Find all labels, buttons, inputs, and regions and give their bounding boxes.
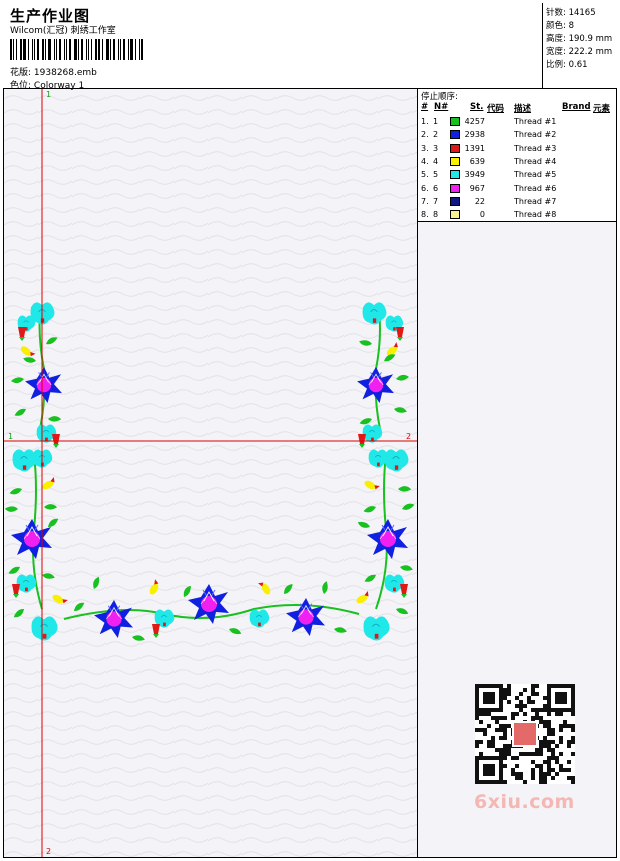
row-no: 6	[433, 183, 439, 193]
col-no: N#	[434, 102, 449, 112]
row-desc: Thread #8	[514, 210, 557, 220]
stats-panel: 针数: 14165 颜色: 8 高度: 190.9 mm 宽度: 222.2 m…	[542, 3, 617, 88]
table-row: 5. 5 3949 Thread #5	[418, 169, 616, 182]
row-stitches: 4257	[464, 117, 485, 126]
row-desc: Thread #7	[514, 196, 557, 206]
row-stitches: 1391	[464, 143, 485, 153]
col-desc: 描述	[514, 104, 532, 114]
stat-colors: 颜色: 8	[546, 21, 574, 31]
row-stitches: 0	[479, 210, 485, 220]
file-name: 1938268.emb	[33, 68, 97, 78]
col-brand: Brand	[562, 102, 591, 112]
row-stitches: 639	[469, 156, 485, 166]
barcode	[10, 39, 146, 60]
color-swatch	[450, 143, 460, 153]
row-idx: 1.	[421, 117, 429, 126]
row-stitches: 22	[474, 196, 485, 206]
row-desc: Thread #3	[514, 143, 557, 153]
row-desc: Thread #5	[514, 170, 557, 180]
table-row: 6. 6 967 Thread #6	[418, 183, 616, 196]
qr-code	[475, 684, 575, 784]
row-no: 1	[433, 117, 439, 126]
row-stitches: 2938	[464, 130, 485, 140]
row-idx: 3.	[421, 143, 429, 153]
row-desc: Thread #6	[514, 183, 557, 193]
color-swatch	[450, 196, 460, 206]
company-name: Wilcom(汇冠) 刺绣工作室	[10, 26, 116, 36]
header-info: 生产作业图 Wilcom(汇冠) 刺绣工作室 花版: 1938268.emb 色…	[6, 3, 541, 91]
row-stitches: 3949	[464, 170, 485, 180]
color-swatch	[450, 130, 460, 140]
col-idx: #	[421, 102, 429, 112]
watermark: 6xiu.com	[474, 791, 575, 813]
row-no: 5	[433, 170, 439, 180]
row-no: 2	[433, 130, 439, 140]
table-row: 4. 4 639 Thread #4	[418, 156, 616, 169]
row-idx: 5.	[421, 170, 429, 180]
row-desc: Thread #1	[514, 117, 557, 126]
row-idx: 8.	[421, 210, 429, 220]
row-idx: 4.	[421, 156, 429, 166]
row-no: 4	[433, 156, 439, 166]
file-line: 花版: 1938268.emb	[10, 65, 97, 78]
table-row: 2. 2 2938 Thread #2	[418, 129, 616, 142]
guide-label-top: 1	[46, 90, 52, 99]
row-desc: Thread #2	[514, 130, 557, 140]
stop-sequence-table: 停止顺序: # N# St. 代码 描述 Brand 元素 1. 1 4257 Thr…	[418, 89, 616, 222]
row-idx: 6.	[421, 183, 429, 193]
row-idx: 7.	[421, 196, 429, 206]
color-swatch	[450, 117, 460, 126]
file-label: 花版:	[10, 68, 32, 78]
row-stitches: 967	[469, 183, 485, 193]
stat-scale: 比例: 0.61	[546, 60, 588, 70]
row-no: 7	[433, 196, 439, 206]
row-idx: 2.	[421, 130, 429, 140]
stop-sequence-title: 停止顺序:	[421, 92, 458, 102]
color-swatch	[450, 210, 460, 220]
guide-label-left: 1	[8, 432, 14, 441]
table-row: 1. 1 4257 Thread #1	[418, 116, 616, 129]
table-row: 7. 7 22 Thread #7	[418, 196, 616, 209]
guide-label-right: 2	[406, 432, 412, 441]
color-swatch	[450, 170, 460, 180]
color-swatch	[450, 156, 460, 166]
stat-stitches: 针数: 14165	[546, 8, 596, 18]
design-preview: 1 2 1 2	[4, 89, 418, 857]
embroidery-canvas	[4, 89, 417, 857]
table-row: 8. 8 0 Thread #8	[418, 209, 616, 222]
color-swatch	[450, 183, 460, 193]
col-element: 元素	[593, 104, 611, 114]
col-st: St.	[470, 102, 484, 112]
header-panel: 生产作业图 Wilcom(汇冠) 刺绣工作室 花版: 1938268.emb 色…	[3, 3, 617, 91]
stat-width: 宽度: 222.2 mm	[546, 47, 613, 57]
col-code: 代码	[487, 104, 505, 114]
row-no: 8	[433, 210, 439, 220]
row-no: 3	[433, 143, 439, 153]
table-row: 3. 3 1391 Thread #3	[418, 143, 616, 156]
row-desc: Thread #4	[514, 156, 557, 166]
guide-label-bottom: 2	[46, 847, 52, 856]
stat-height: 高度: 190.9 mm	[546, 34, 613, 44]
